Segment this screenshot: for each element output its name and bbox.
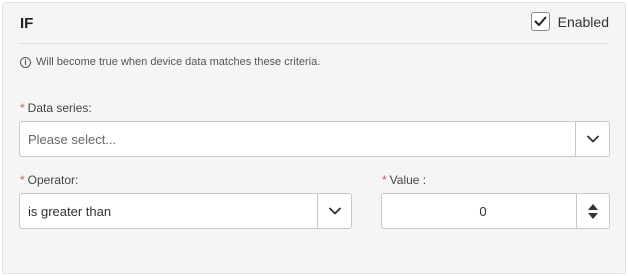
hint-text: Will become true when device data matche…: [36, 56, 321, 68]
checkmark-icon: [534, 16, 547, 26]
required-marker: *: [20, 101, 25, 115]
hint-text-row: i Will become true when device data matc…: [20, 56, 320, 68]
enabled-label: Enabled: [557, 13, 609, 30]
info-icon: i: [20, 56, 31, 68]
header-divider: [20, 43, 609, 44]
value-field[interactable]: [382, 194, 576, 228]
operator-label-text: Operator:: [27, 173, 79, 187]
panel-title: IF: [20, 15, 34, 32]
data-series-placeholder: Please select...: [28, 131, 117, 147]
value-label: * Value :: [382, 173, 426, 187]
data-series-select[interactable]: Please select...: [19, 121, 610, 157]
value-number-input[interactable]: [381, 193, 610, 229]
enabled-checkbox[interactable]: [530, 12, 550, 31]
required-marker: *: [382, 173, 387, 187]
decrement-arrow-icon[interactable]: [588, 212, 598, 219]
value-spinner[interactable]: [576, 194, 609, 228]
data-series-label-text: Data series:: [27, 101, 92, 115]
chevron-down-icon: [586, 135, 599, 143]
enabled-toggle[interactable]: Enabled: [530, 12, 609, 31]
operator-dropdown-button[interactable]: [317, 194, 351, 228]
data-series-dropdown-button[interactable]: [575, 122, 609, 156]
increment-arrow-icon[interactable]: [588, 203, 598, 210]
operator-value: is greater than: [28, 203, 112, 219]
condition-panel: IF Enabled i Will become true when devic…: [2, 2, 626, 274]
required-marker: *: [20, 173, 25, 187]
operator-select[interactable]: is greater than: [19, 193, 352, 229]
chevron-down-icon: [328, 207, 341, 215]
data-series-label: * Data series:: [20, 101, 92, 115]
operator-label: * Operator:: [20, 173, 78, 187]
value-label-text: Value :: [389, 173, 427, 187]
